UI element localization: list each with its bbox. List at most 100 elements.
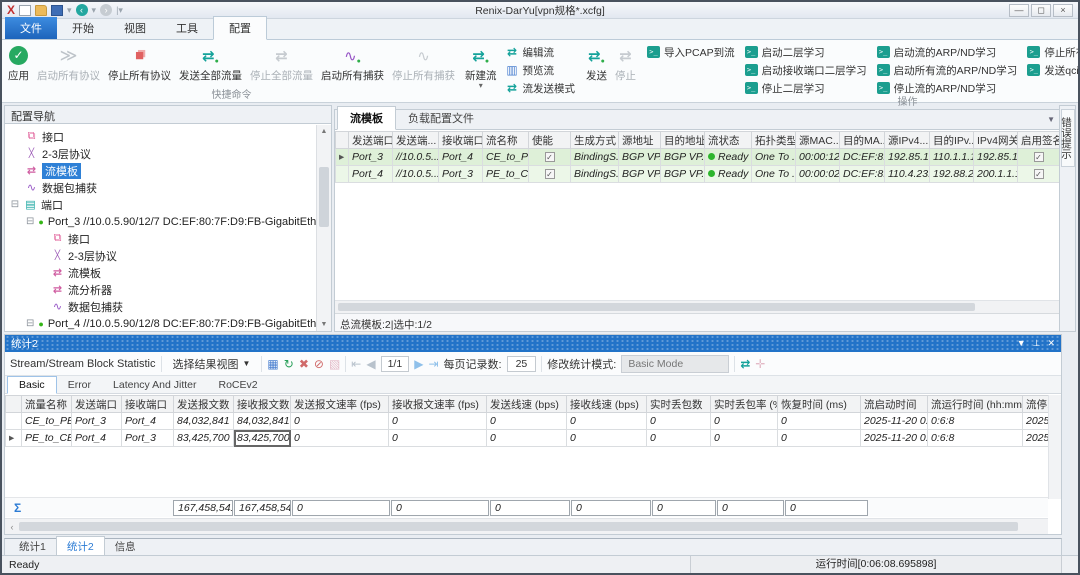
- tab-rocev2[interactable]: RoCEv2: [208, 377, 269, 393]
- edit-columns-icon[interactable]: ▦: [267, 356, 278, 372]
- start-l2-learning-button[interactable]: 启动二层学习: [742, 44, 870, 60]
- cell[interactable]: 192.88.2...: [930, 166, 974, 183]
- cell[interactable]: ✓: [529, 149, 571, 166]
- first-page-icon[interactable]: ⇤: [351, 356, 361, 372]
- apply-mode-icon[interactable]: ⇄: [740, 356, 750, 372]
- column-header[interactable]: 发送报文速率 (fps): [291, 396, 389, 413]
- chart-icon[interactable]: ▧: [329, 356, 340, 372]
- tree-item-ports[interactable]: 端口: [5, 196, 316, 213]
- cell[interactable]: Port_3: [72, 413, 122, 430]
- cell[interactable]: 0: [389, 430, 487, 447]
- maximize-button[interactable]: ◻: [1031, 4, 1051, 17]
- column-header[interactable]: 接收端口: [439, 132, 483, 149]
- cell[interactable]: 0:6:8: [928, 413, 1023, 430]
- cell[interactable]: 200.1.1.1: [974, 166, 1018, 183]
- tab-stats1[interactable]: 统计1: [9, 537, 56, 556]
- tree-item-port4[interactable]: Port_4 //10.0.5.90/12/8 DC:EF:80:7F:D9:F…: [5, 315, 316, 331]
- cell[interactable]: One To ...: [752, 166, 796, 183]
- dropdown-caret-icon[interactable]: ▾: [67, 5, 72, 16]
- cell[interactable]: BGP VP...: [619, 166, 661, 183]
- tab-tools[interactable]: 工具: [161, 17, 213, 39]
- tree-item-packet-capture[interactable]: 数据包捕获: [5, 179, 316, 196]
- checkbox[interactable]: ✓: [1034, 169, 1044, 179]
- cell[interactable]: BindingS...: [571, 149, 619, 166]
- scroll-left-icon[interactable]: ‹: [5, 522, 19, 532]
- select-result-view-button[interactable]: 选择结果视图▼: [167, 353, 257, 375]
- cell[interactable]: [336, 166, 349, 183]
- cell[interactable]: 2025-: [1023, 430, 1049, 447]
- tab-file[interactable]: 文件: [5, 17, 57, 39]
- checkbox[interactable]: ✓: [545, 169, 555, 179]
- collapse-expander-icon[interactable]: [26, 216, 34, 227]
- cell[interactable]: DC:EF:8...: [840, 149, 885, 166]
- stream-horizontal-scrollbar[interactable]: [335, 300, 1059, 313]
- tab-error[interactable]: Error: [57, 377, 102, 393]
- cell[interactable]: 00:00:02...: [796, 166, 840, 183]
- column-header[interactable]: 实时丢包数: [647, 396, 711, 413]
- column-header[interactable]: 流名称: [483, 132, 529, 149]
- tab-stream-template[interactable]: 流模板: [337, 106, 396, 130]
- column-header[interactable]: 流运行时间 (hh:mm:ss): [928, 396, 1023, 413]
- start-stream-arp-nd-button[interactable]: 启动流的ARP/ND学习: [874, 44, 1021, 60]
- cell[interactable]: 110.1.1.1: [930, 149, 974, 166]
- column-header[interactable]: 恢复时间 (ms): [778, 396, 861, 413]
- tab-basic[interactable]: Basic: [7, 376, 57, 394]
- column-header[interactable]: 接收报文数: [234, 396, 291, 413]
- cell[interactable]: 0: [711, 413, 778, 430]
- resize-grip[interactable]: [1062, 556, 1078, 573]
- cell[interactable]: PE_to_CE: [22, 430, 72, 447]
- cell[interactable]: 0: [389, 413, 487, 430]
- tree-item-l23-protocol[interactable]: 2-3层协议: [5, 247, 316, 264]
- column-header[interactable]: 使能: [529, 132, 571, 149]
- cell[interactable]: ✓: [1018, 166, 1060, 183]
- stop-button[interactable]: 停止: [611, 41, 640, 83]
- cell[interactable]: Port_3: [122, 430, 174, 447]
- tree-item-interface[interactable]: 接口: [5, 128, 316, 145]
- dropdown-caret-icon[interactable]: ▾: [92, 5, 97, 16]
- column-header[interactable]: 生成方式: [571, 132, 619, 149]
- new-file-icon[interactable]: [19, 5, 31, 16]
- cell[interactable]: 110.4.23...: [885, 166, 930, 183]
- cell[interactable]: 0: [647, 430, 711, 447]
- cell[interactable]: Ready: [705, 166, 752, 183]
- cell[interactable]: 0: [567, 430, 647, 447]
- checkbox[interactable]: ✓: [1034, 152, 1044, 162]
- column-header[interactable]: 发送端...: [393, 132, 439, 149]
- cell[interactable]: Port_3: [349, 149, 393, 166]
- cell[interactable]: 84,032,841: [174, 413, 234, 430]
- stop-all-capture-button[interactable]: 停止所有捕获: [388, 41, 459, 83]
- column-header[interactable]: 接收报文速率 (fps): [389, 396, 487, 413]
- reset-stats-icon[interactable]: ⊘: [314, 356, 324, 372]
- open-file-icon[interactable]: [35, 5, 47, 16]
- cell[interactable]: One To ...: [752, 149, 796, 166]
- cell[interactable]: BGP VP...: [661, 166, 705, 183]
- table-row[interactable]: ▸PE_to_CEPort_4Port_383,425,70083,425,70…: [6, 430, 1049, 447]
- add-view-icon[interactable]: ✛: [755, 356, 765, 372]
- tab-home[interactable]: 开始: [57, 17, 109, 39]
- quick-access-menu-icon[interactable]: |▾: [116, 5, 123, 16]
- cell[interactable]: ▸: [6, 430, 22, 447]
- cell[interactable]: 2025-: [1023, 413, 1049, 430]
- column-header[interactable]: 源IPv4...: [885, 132, 930, 149]
- prev-page-icon[interactable]: ◀: [366, 356, 375, 372]
- scrollbar-thumb[interactable]: [319, 167, 329, 227]
- column-header[interactable]: 流停...: [1023, 396, 1049, 413]
- cell[interactable]: 83,425,700: [234, 430, 291, 447]
- cell[interactable]: 2025-11-20 0...: [861, 430, 928, 447]
- cell[interactable]: ▸: [336, 149, 349, 166]
- column-header[interactable]: 目的MA...: [840, 132, 885, 149]
- checkbox[interactable]: ✓: [545, 152, 555, 162]
- column-header[interactable]: 发送报文数: [174, 396, 234, 413]
- stream-send-mode-button[interactable]: ⇄流发送模式: [503, 80, 579, 96]
- collapse-expander-icon[interactable]: [10, 199, 20, 210]
- send-all-traffic-button[interactable]: 发送全部流量: [175, 41, 246, 83]
- column-header[interactable]: [336, 132, 349, 149]
- cell[interactable]: CE_to_PE: [483, 149, 529, 166]
- column-header[interactable]: 接收线速 (bps): [567, 396, 647, 413]
- tree-item-stream-analyzer[interactable]: 流分析器: [5, 281, 316, 298]
- scrollbar-thumb[interactable]: [19, 522, 1018, 531]
- cell[interactable]: 0:6:8: [928, 430, 1023, 447]
- cell[interactable]: 0: [291, 430, 389, 447]
- cell[interactable]: 192.85.1.2: [885, 149, 930, 166]
- cell[interactable]: Ready: [705, 149, 752, 166]
